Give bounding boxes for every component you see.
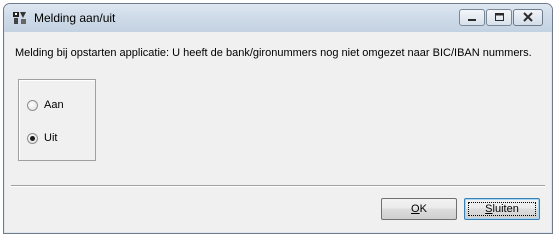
option-groupbox: Aan Uit [18,79,96,161]
radio-circle[interactable] [27,132,38,144]
message-text: Melding bij opstarten applicatie: U heef… [15,47,532,59]
dialog-client-area: Melding bij opstarten applicatie: U heef… [11,32,545,227]
radio-circle[interactable] [27,99,38,111]
minimize-icon [468,19,476,21]
sluiten-button[interactable]: Sluiten [464,198,540,220]
separator-line [11,185,545,187]
ok-mnemonic: O [411,203,420,215]
title-bar[interactable]: Melding aan/uit [4,4,552,32]
radio-selected-dot [30,135,35,141]
close-icon [523,12,533,22]
application-icon [13,12,26,24]
radio-uit-label[interactable]: Uit [44,132,57,144]
maximize-icon [495,13,504,21]
ok-label-rest: K [419,203,427,215]
window-title: Melding aan/uit [34,11,116,25]
radio-aan[interactable]: Aan [27,98,64,112]
radio-aan-label[interactable]: Aan [44,99,64,111]
focus-rect [468,202,536,216]
dialog-window: Melding aan/uit Melding bij opstarten ap… [3,3,553,234]
radio-uit[interactable]: Uit [27,131,57,145]
close-button[interactable] [513,9,543,26]
ok-button[interactable]: OK [381,198,457,220]
minimize-button[interactable] [459,9,485,26]
maximize-button[interactable] [486,9,512,26]
